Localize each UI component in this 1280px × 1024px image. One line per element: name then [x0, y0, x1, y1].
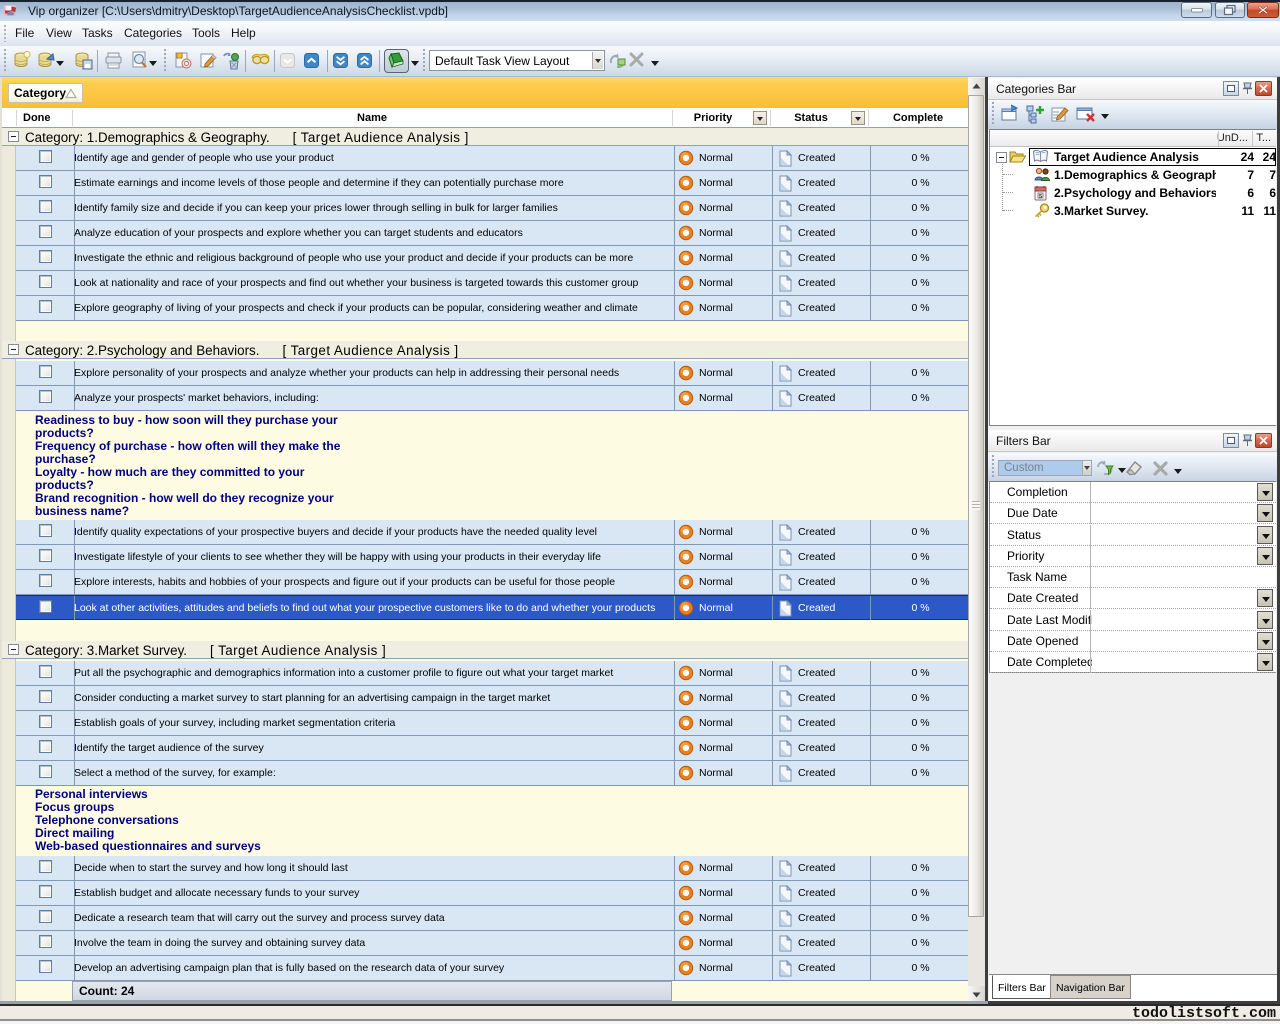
svg-text:5: 5 — [1039, 194, 1042, 200]
